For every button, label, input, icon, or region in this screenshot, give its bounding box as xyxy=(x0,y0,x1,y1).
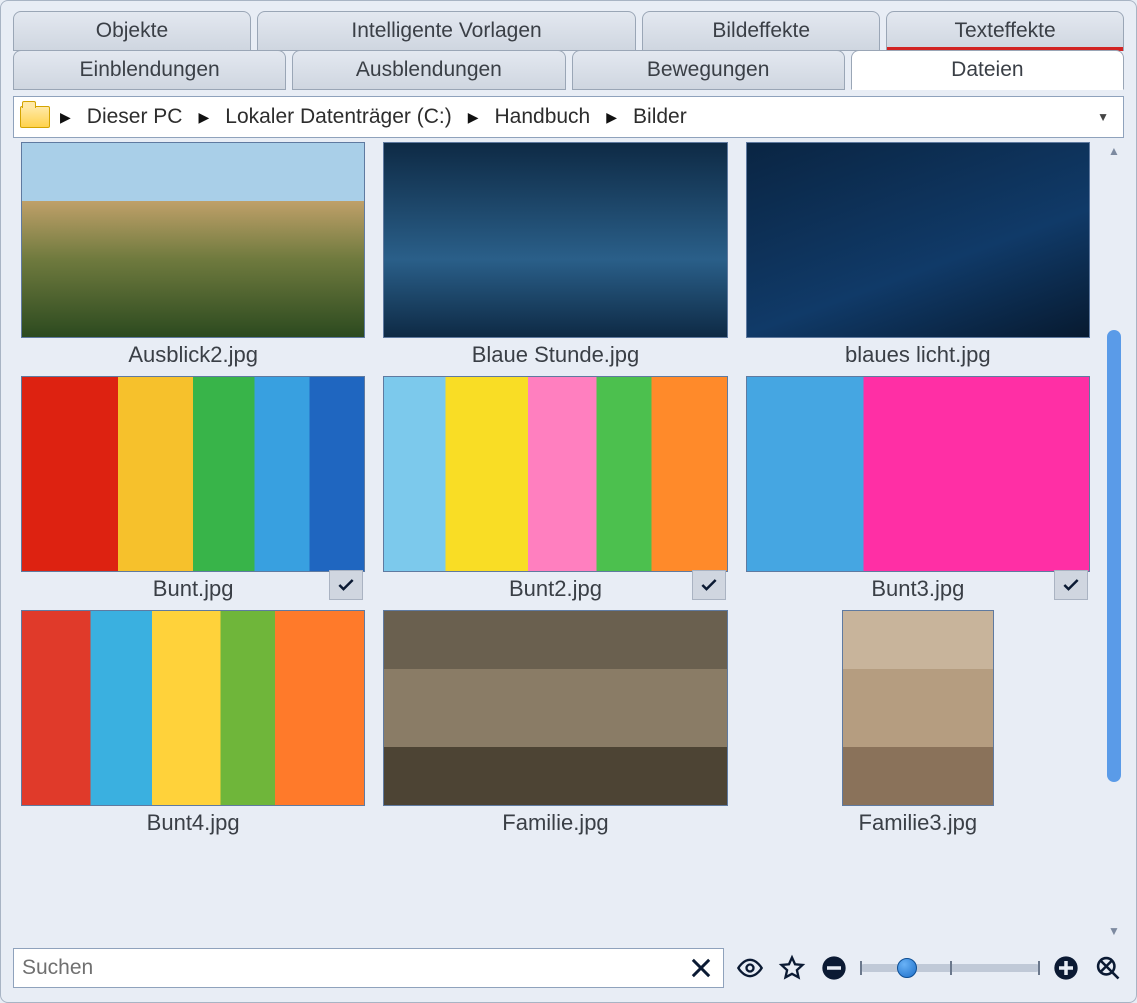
file-thumbnail[interactable] xyxy=(21,376,365,572)
footer xyxy=(13,946,1124,990)
tab-fade-in[interactable]: Einblendungen xyxy=(13,50,286,90)
file-thumbnail[interactable] xyxy=(383,376,727,572)
scrollbar[interactable]: ▲ ▼ xyxy=(1104,142,1124,940)
file-thumbnail[interactable] xyxy=(383,142,727,338)
tab-row-upper: Objekte Intelligente Vorlagen Bildeffekt… xyxy=(13,11,1124,51)
file-thumbnail[interactable] xyxy=(746,376,1090,572)
crumb-pictures[interactable]: Bilder xyxy=(627,105,693,129)
chevron-right-icon[interactable]: ▶ xyxy=(466,109,481,126)
clear-search-icon[interactable] xyxy=(685,952,717,984)
zoom-slider-knob[interactable] xyxy=(897,958,917,978)
eye-icon[interactable] xyxy=(734,952,766,984)
file-name: Bunt2.jpg xyxy=(509,576,602,602)
zoom-slider[interactable] xyxy=(860,964,1040,972)
file-item[interactable]: Ausblick2.jpg xyxy=(21,142,365,368)
crumb-handbook[interactable]: Handbuch xyxy=(488,105,596,129)
file-item[interactable]: Bunt4.jpg xyxy=(21,610,365,836)
scrollbar-track[interactable] xyxy=(1107,164,1121,918)
file-thumbnail[interactable] xyxy=(746,142,1090,338)
file-name: Bunt4.jpg xyxy=(147,810,240,836)
file-grid: Ausblick2.jpg Blaue Stunde.jpg blaues lich… xyxy=(13,142,1098,940)
tab-files[interactable]: Dateien xyxy=(851,50,1124,90)
file-item[interactable]: Blaue Stunde.jpg xyxy=(383,142,727,368)
file-thumbnail[interactable] xyxy=(383,610,727,806)
zoom-out-icon[interactable] xyxy=(818,952,850,984)
tab-fade-out[interactable]: Ausblendungen xyxy=(292,50,565,90)
tab-objects[interactable]: Objekte xyxy=(13,11,251,51)
file-item[interactable]: Bunt2.jpg xyxy=(383,376,727,602)
star-icon[interactable] xyxy=(776,952,808,984)
file-item[interactable]: Familie.jpg xyxy=(383,610,727,836)
chevron-right-icon[interactable]: ▶ xyxy=(604,109,619,126)
file-thumbnail[interactable] xyxy=(21,610,365,806)
file-name: Bunt.jpg xyxy=(153,576,234,602)
tab-image-fx[interactable]: Bildeffekte xyxy=(642,11,880,51)
breadcrumb-dropdown[interactable]: ▼ xyxy=(1093,106,1113,128)
folder-icon xyxy=(20,106,50,128)
file-name: Familie3.jpg xyxy=(859,810,978,836)
check-icon[interactable] xyxy=(1054,570,1088,600)
tab-smart-templates[interactable]: Intelligente Vorlagen xyxy=(257,11,636,51)
search-input[interactable] xyxy=(22,956,685,980)
crumb-drive-c[interactable]: Lokaler Datenträger (C:) xyxy=(219,105,457,129)
file-thumbnail[interactable] xyxy=(21,142,365,338)
tab-row-lower: Einblendungen Ausblendungen Bewegungen D… xyxy=(13,50,1124,90)
chevron-right-icon[interactable]: ▶ xyxy=(58,109,73,126)
file-name: Familie.jpg xyxy=(502,810,608,836)
scrollbar-thumb[interactable] xyxy=(1107,330,1121,782)
tab-container: Objekte Intelligente Vorlagen Bildeffekt… xyxy=(13,11,1124,90)
file-name: Blaue Stunde.jpg xyxy=(472,342,640,368)
file-name: blaues licht.jpg xyxy=(845,342,991,368)
tab-text-fx[interactable]: Texteffekte xyxy=(886,11,1124,51)
zoom-reset-icon[interactable] xyxy=(1092,952,1124,984)
file-item[interactable]: blaues licht.jpg xyxy=(746,142,1090,368)
tab-motions[interactable]: Bewegungen xyxy=(572,50,845,90)
scroll-down-icon[interactable]: ▼ xyxy=(1106,922,1122,940)
file-item[interactable]: Bunt.jpg xyxy=(21,376,365,602)
zoom-in-icon[interactable] xyxy=(1050,952,1082,984)
file-item[interactable]: Familie3.jpg xyxy=(746,610,1090,836)
file-name: Ausblick2.jpg xyxy=(128,342,258,368)
check-icon[interactable] xyxy=(692,570,726,600)
file-thumbnail[interactable] xyxy=(842,610,994,806)
scroll-up-icon[interactable]: ▲ xyxy=(1106,142,1122,160)
check-icon[interactable] xyxy=(329,570,363,600)
crumb-this-pc[interactable]: Dieser PC xyxy=(81,105,189,129)
file-name: Bunt3.jpg xyxy=(871,576,964,602)
breadcrumb: ▶ Dieser PC ▶ Lokaler Datenträger (C:) ▶… xyxy=(13,96,1124,138)
file-item[interactable]: Bunt3.jpg xyxy=(746,376,1090,602)
chevron-right-icon[interactable]: ▶ xyxy=(196,109,211,126)
search-box xyxy=(13,948,724,988)
